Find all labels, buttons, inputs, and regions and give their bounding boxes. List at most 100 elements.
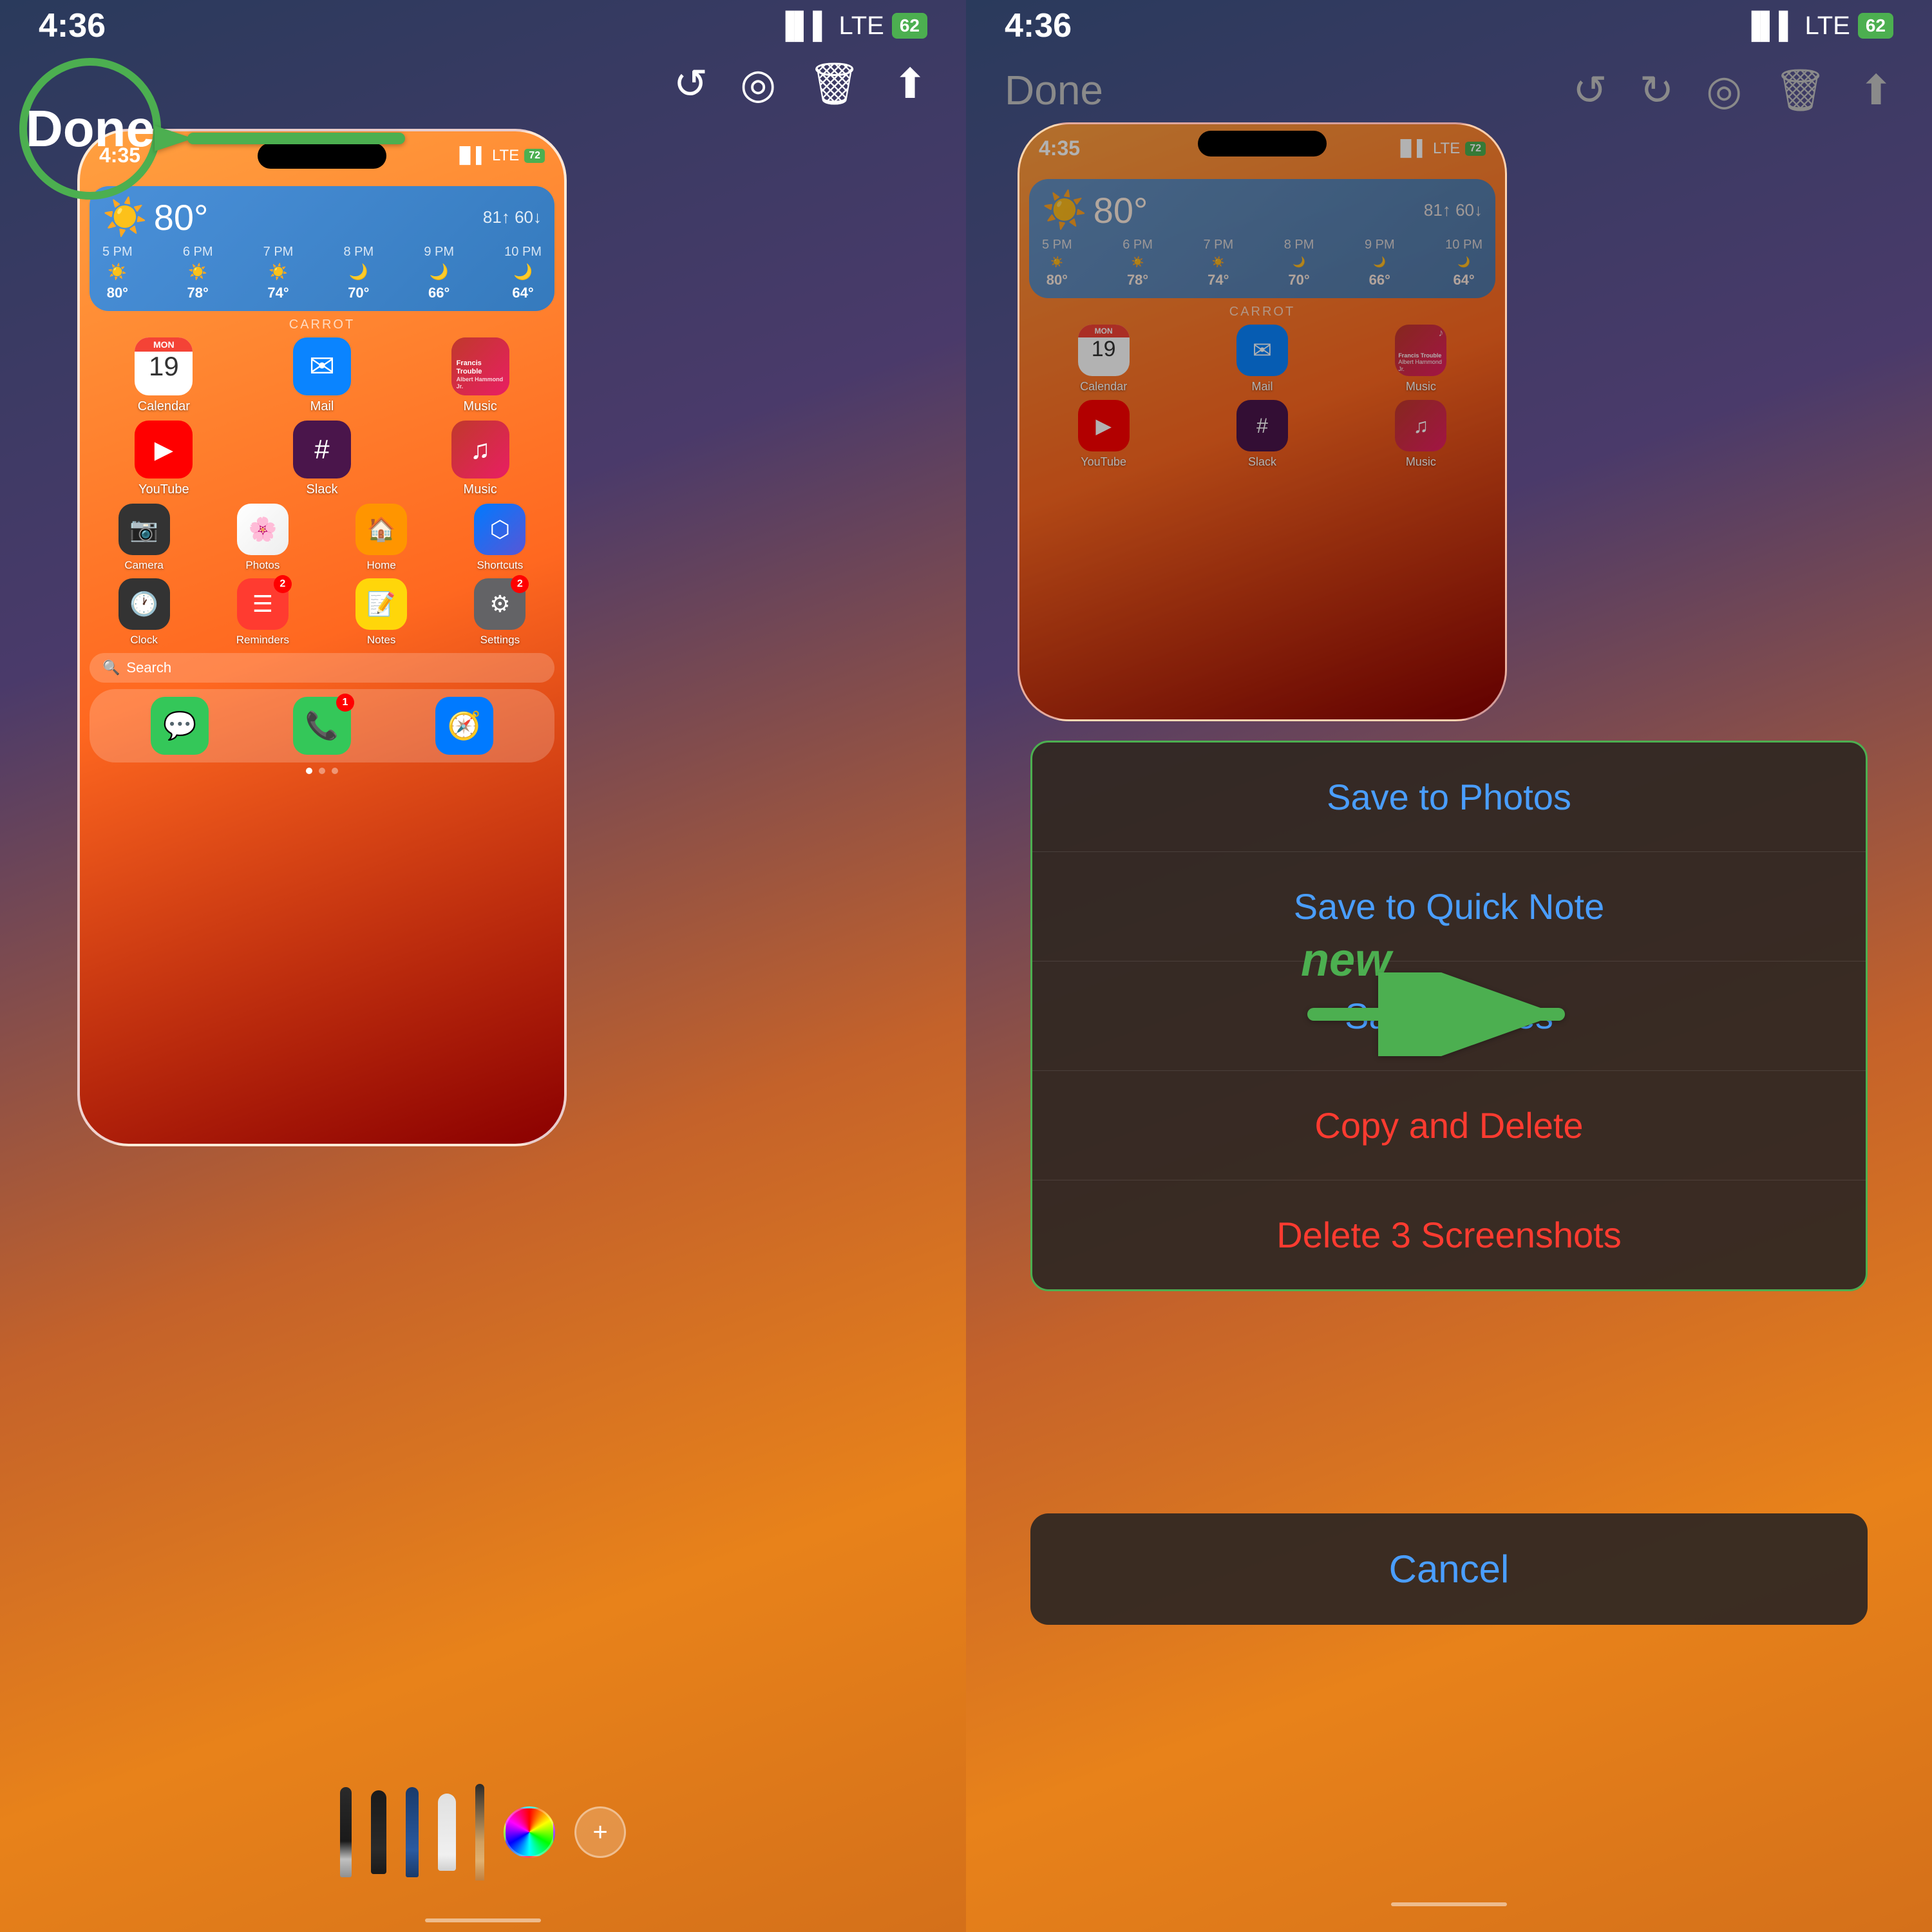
safari-icon: 🧭: [447, 710, 480, 742]
done-circle[interactable]: Done: [19, 58, 161, 200]
weather-hour-8pm: 8 PM 🌙 70°: [343, 245, 374, 301]
phone-battery-left: 72: [524, 149, 545, 163]
menu-save-quick-note[interactable]: Save to Quick Note: [1032, 852, 1866, 961]
search-bar[interactable]: 🔍 Search: [90, 653, 554, 683]
right-status-bar: 4:36 ▐▌▌ LTE 62: [966, 0, 1932, 52]
tool-pencil[interactable]: [475, 1784, 484, 1880]
right-markup-icon[interactable]: ◎: [1706, 66, 1742, 115]
music-icon: ♪ Francis Trouble Albert Hammond Jr.: [451, 337, 509, 395]
eraser-shape: [438, 1794, 456, 1871]
phone-status-icons-left: ▐▌▌ LTE 72: [454, 147, 545, 165]
reminders-list-icon: ☰: [252, 591, 273, 618]
menu-save-photos[interactable]: Save to Photos: [1032, 743, 1866, 852]
cancel-button[interactable]: Cancel: [1030, 1513, 1868, 1625]
app-calendar[interactable]: MON 19 Calendar: [90, 337, 238, 414]
right-signal-icon: ▐▌▌: [1742, 12, 1797, 41]
color-wheel[interactable]: [504, 1806, 555, 1858]
mail-envelope-icon: ✉: [309, 348, 335, 384]
dock-messages[interactable]: 💬: [151, 697, 209, 755]
home-house-icon: 🏠: [367, 516, 396, 543]
phone-badge: 1: [336, 694, 354, 712]
notes-label: Notes: [367, 634, 395, 647]
app-photos[interactable]: 🌸 Photos: [208, 504, 317, 572]
shortcuts-label: Shortcuts: [477, 559, 523, 572]
tool-eraser[interactable]: [438, 1794, 456, 1871]
green-arrow-left: [155, 100, 412, 180]
app-music2[interactable]: ♫ Music: [406, 421, 554, 497]
page-dots: [80, 768, 564, 774]
calendar-icon: MON 19: [135, 337, 193, 395]
app-slack[interactable]: # Slack: [248, 421, 397, 497]
app-settings[interactable]: ⚙ 2 Settings: [446, 578, 554, 647]
app-reminders[interactable]: ☰ 2 Reminders: [208, 578, 317, 647]
right-lte-label: LTE: [1804, 12, 1850, 41]
right-status-icons: ▐▌▌ LTE 62: [1742, 12, 1893, 41]
right-done-button[interactable]: Done: [1005, 66, 1103, 114]
plus-icon: +: [592, 1818, 607, 1847]
dot-1: [306, 768, 312, 774]
copy-delete-label: Copy and Delete: [1314, 1105, 1583, 1146]
carrot-label: CARROT: [80, 317, 564, 332]
app-camera[interactable]: 📷 Camera: [90, 504, 198, 572]
right-undo-icon[interactable]: ↺: [1573, 66, 1607, 115]
notes-pad-icon: 📝: [367, 591, 396, 618]
toolbar-icons: ↺ ◎ 🗑 ⬆: [496, 60, 927, 108]
left-status-icons: ▐▌▌ LTE 62: [776, 12, 927, 41]
app-mail[interactable]: ✉ Mail: [248, 337, 397, 414]
right-panel: 4:36 ▐▌▌ LTE 62 Done ↺ ↻ ◎ 🗑 ⬆ 4:35 ▐▌▌: [966, 0, 1932, 1932]
right-redo-icon[interactable]: ↻: [1640, 66, 1674, 115]
tool-marker[interactable]: [371, 1790, 386, 1874]
menu-delete-screenshots[interactable]: Delete 3 Screenshots: [1032, 1180, 1866, 1289]
clock-icon: 🕐: [118, 578, 170, 630]
add-tool-button[interactable]: +: [574, 1806, 626, 1858]
cal-header: MON: [135, 337, 193, 352]
weather-range: 81↑ 60↓: [483, 207, 542, 227]
music2-note-icon: ♫: [470, 434, 491, 465]
signal-icon: ▐▌▌: [776, 12, 831, 41]
temperature-value: 80°: [154, 196, 209, 238]
phone-screenshot-left: 4:35 ▐▌▌ LTE 72 ☀️ 80° 81↑ 60↓ 5 PM ☀️ 8: [77, 129, 567, 1146]
app-notes[interactable]: 📝 Notes: [327, 578, 436, 647]
right-share-icon[interactable]: ⬆: [1859, 66, 1893, 115]
clock-face-icon: 🕐: [129, 591, 158, 618]
right-toolbar-icons: ↺ ↻ ◎ 🗑 ⬆: [1135, 66, 1893, 115]
cancel-label: Cancel: [1389, 1548, 1510, 1591]
right-toolbar: Done ↺ ↻ ◎ 🗑 ⬆: [966, 39, 1932, 142]
undo-icon[interactable]: ↺: [674, 60, 708, 108]
reminders-label: Reminders: [236, 634, 289, 647]
home-icon: 🏠: [355, 504, 407, 555]
mail-icon: ✉: [293, 337, 351, 395]
music-label: Music: [464, 399, 497, 414]
music2-icon: ♫: [451, 421, 509, 478]
tool-pen[interactable]: [340, 1787, 352, 1877]
slack-label: Slack: [307, 482, 338, 497]
slack-icon: #: [293, 421, 351, 478]
left-panel: 4:36 ▐▌▌ LTE 62 ↺ ◎ 🗑 ⬆ Done: [0, 0, 966, 1932]
delete-icon[interactable]: 🗑: [808, 60, 860, 108]
dock-safari[interactable]: 🧭: [435, 697, 493, 755]
markup-icon[interactable]: ◎: [740, 60, 776, 108]
photos-flower-icon: 🌸: [248, 516, 277, 543]
settings-badge: 2: [511, 575, 529, 593]
app-music[interactable]: ♪ Francis Trouble Albert Hammond Jr. Mus…: [406, 337, 554, 414]
weather-top: ☀️ 80° 81↑ 60↓: [102, 196, 542, 238]
app-home[interactable]: 🏠 Home: [327, 504, 436, 572]
photos-icon: 🌸: [237, 504, 289, 555]
app-clock[interactable]: 🕐 Clock: [90, 578, 198, 647]
app-youtube[interactable]: ▶ YouTube: [90, 421, 238, 497]
tool-blue-marker[interactable]: [406, 1787, 419, 1877]
shortcuts-icon: ⬡: [474, 504, 526, 555]
left-time: 4:36: [39, 6, 106, 45]
right-delete-icon[interactable]: 🗑: [1774, 66, 1826, 115]
dock: 💬 📞 1 🧭: [90, 689, 554, 762]
app-shortcuts[interactable]: ⬡ Shortcuts: [446, 504, 554, 572]
app-row-3: 📷 Camera 🌸 Photos 🏠 Home ⬡ Sho: [80, 504, 564, 572]
pen-shape: [340, 1787, 352, 1877]
menu-copy-delete[interactable]: Copy and Delete: [1032, 1071, 1866, 1180]
phone-lte-left: LTE: [492, 147, 519, 165]
youtube-play-icon: ▶: [155, 435, 173, 464]
share-icon[interactable]: ⬆: [893, 60, 927, 108]
app-row-1: MON 19 Calendar ✉ Mail ♪ Francis Trouble: [80, 337, 564, 414]
dock-phone-wrapper: 📞 1: [293, 697, 351, 755]
drawing-tools: +: [0, 1771, 966, 1893]
